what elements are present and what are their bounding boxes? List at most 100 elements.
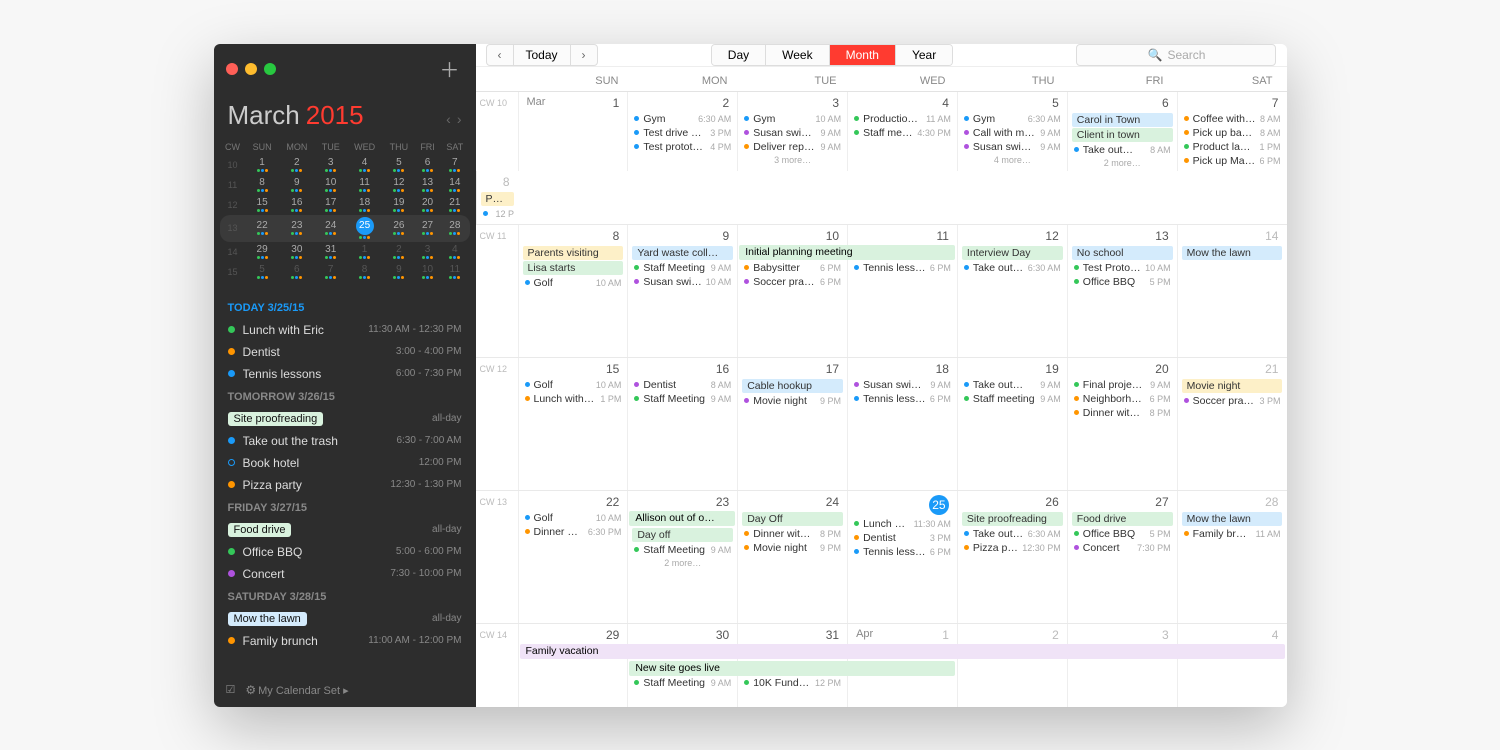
day-cell[interactable]: 3Gym10 AMSusan swim…9 AMDeliver reports9… (737, 92, 847, 171)
event[interactable]: Office BBQ5 PM (1072, 527, 1173, 541)
agenda-item[interactable]: Book hotel12:00 PM (224, 452, 466, 474)
event[interactable]: Coffee with…8 AM (1182, 112, 1283, 126)
event[interactable]: Lunch w…11:30 AM (852, 517, 953, 531)
day-cell[interactable]: 8Parents visitingLisa startsGolf10 AM (518, 225, 628, 357)
day-cell[interactable]: 18Susan swim…9 AMTennis lessons6 PM (847, 358, 957, 490)
event[interactable]: Take out…6:30 AM (962, 261, 1063, 275)
day-cell[interactable]: 9Yard waste coll…Staff Meeting9 AMSusan … (627, 225, 737, 357)
more-link[interactable]: 2 more… (632, 557, 733, 568)
event[interactable]: Staff Meeting9 AM (632, 261, 733, 275)
event[interactable]: Staff Meeting9 AM (632, 392, 733, 406)
event[interactable]: Susan swi…10 AM (632, 275, 733, 289)
prev-month-icon[interactable]: ‹ (446, 111, 451, 127)
event[interactable]: Susan swim…9 AM (742, 126, 843, 140)
day-cell[interactable]: 24Day OffDinner with…8 PMMovie night9 PM (737, 491, 847, 623)
event[interactable]: Take out…9 AM (962, 378, 1063, 392)
next-button[interactable]: › (570, 44, 598, 66)
month-grid[interactable]: CW 10Mar12Gym6:30 AMTest drive T…3 PMTes… (476, 92, 1287, 707)
allday-event[interactable]: Site proofreading (962, 512, 1063, 526)
event[interactable]: Gym10 AM (742, 112, 843, 126)
allday-event[interactable]: No school (1072, 246, 1173, 260)
allday-event[interactable]: Food drive (1072, 512, 1173, 526)
view-month[interactable]: Month (830, 45, 896, 65)
multi-day-event[interactable]: New site goes live (629, 661, 955, 676)
day-cell[interactable]: 5Gym6:30 AMCall with m…9 AMSusan swim…9 … (957, 92, 1067, 171)
event[interactable]: Dinner with…8 PM (1072, 406, 1173, 420)
event[interactable]: Production…11 AM (852, 112, 953, 126)
event[interactable]: Tennis lessons6 PM (852, 392, 953, 406)
event[interactable]: Take out…6:30 AM (962, 527, 1063, 541)
day-cell[interactable]: 26Site proofreadingTake out…6:30 AMPizza… (957, 491, 1067, 623)
multi-day-event[interactable]: Family vacation (520, 644, 1285, 659)
minimize-icon[interactable] (245, 63, 257, 75)
allday-event[interactable]: Parents visiting (481, 192, 514, 206)
day-cell[interactable]: 4Production…11 AMStaff mee…4:30 PM (847, 92, 957, 171)
event[interactable]: Deliver reports9 AM (742, 140, 843, 154)
event[interactable]: Neighborho…6 PM (1072, 392, 1173, 406)
day-cell[interactable]: Mar1 (518, 92, 628, 171)
event[interactable]: Staff mee…4:30 PM (852, 126, 953, 140)
event[interactable]: Take out…8 AM (1072, 143, 1173, 157)
allday-event[interactable]: Mow the lawn (1182, 512, 1283, 526)
event[interactable]: Golf10 AM (523, 511, 624, 525)
day-cell[interactable]: 17Cable hookupMovie night9 PM (737, 358, 847, 490)
event[interactable]: Movie night9 PM (742, 394, 843, 408)
agenda-item[interactable]: Pizza party12:30 - 1:30 PM (224, 474, 466, 496)
prev-button[interactable]: ‹ (486, 44, 514, 66)
event[interactable]: Product lau…1 PM (1182, 140, 1283, 154)
mini-calendar[interactable]: CWSUNMONTUEWEDTHUFRISAT10123456711891011… (214, 135, 476, 292)
day-cell[interactable]: 25Lunch w…11:30 AMDentist3 PMTennis less… (847, 491, 957, 623)
event[interactable]: Dinner wi…6:30 PM (523, 525, 624, 539)
event[interactable]: Golf10 AM (523, 378, 624, 392)
day-cell[interactable]: 12Interview DayTake out…6:30 AM (957, 225, 1067, 357)
allday-event[interactable]: Cable hookup (742, 379, 843, 393)
view-week[interactable]: Week (766, 45, 829, 65)
agenda-item[interactable]: Office BBQ5:00 - 6:00 PM (224, 541, 466, 563)
search-input[interactable]: 🔍 Search (1076, 44, 1276, 66)
event[interactable]: Movie night9 PM (742, 541, 843, 555)
allday-event[interactable]: Interview Day (962, 246, 1063, 260)
day-cell[interactable]: 19Take out…9 AMStaff meeting9 AM (957, 358, 1067, 490)
event[interactable]: Take car in…12 PM (481, 207, 514, 221)
more-link[interactable]: 4 more… (962, 154, 1063, 165)
event[interactable]: Gym6:30 AM (962, 112, 1063, 126)
event[interactable]: Pick up bagels8 AM (1182, 126, 1283, 140)
event[interactable]: Staff meeting9 AM (962, 392, 1063, 406)
event[interactable]: Concert7:30 PM (1072, 541, 1173, 555)
event[interactable]: Tennis lessons6 PM (852, 545, 953, 559)
more-link[interactable]: 3 more… (742, 154, 843, 165)
event[interactable]: Soccer pra…3 PM (1182, 394, 1283, 408)
event[interactable]: Call with m…9 AM (962, 126, 1063, 140)
event[interactable]: Staff Meeting9 AM (632, 543, 733, 557)
event[interactable]: Dentist3 PM (852, 531, 953, 545)
allday-event[interactable]: Carol in Town (1072, 113, 1173, 127)
event[interactable]: Dinner with…8 PM (742, 527, 843, 541)
event[interactable]: 10K Fundr…12 PM (742, 676, 843, 690)
event[interactable]: Susan swim…9 AM (962, 140, 1063, 154)
allday-event[interactable]: Mow the lawn (1182, 246, 1283, 260)
agenda-item[interactable]: Concert7:30 - 10:00 PM (224, 563, 466, 585)
day-cell[interactable]: 4 (1177, 624, 1287, 707)
agenda-item[interactable]: Food driveall-day (224, 519, 466, 541)
day-cell[interactable]: 28Mow the lawnFamily bru…11 AM (1177, 491, 1287, 623)
agenda-item[interactable]: Lunch with Eric11:30 AM - 12:30 PM (224, 319, 466, 341)
day-cell[interactable]: 15Golf10 AMLunch with…1 PM (518, 358, 628, 490)
agenda-item[interactable]: Mow the lawnall-day (224, 608, 466, 630)
more-link[interactable]: 2 more… (1072, 157, 1173, 168)
event[interactable]: Staff Meeting9 AM (632, 676, 733, 690)
event[interactable]: Test drive T…3 PM (632, 126, 733, 140)
event[interactable]: Dentist8 AM (632, 378, 733, 392)
next-month-icon[interactable]: › (457, 111, 462, 127)
close-icon[interactable] (226, 63, 238, 75)
day-cell[interactable]: 22Golf10 AMDinner wi…6:30 PM (518, 491, 628, 623)
event[interactable]: Gym6:30 AM (632, 112, 733, 126)
calendar-set-picker[interactable]: My Calendar Set ▸ (245, 683, 348, 697)
day-cell[interactable]: 16Dentist8 AMStaff Meeting9 AM (627, 358, 737, 490)
event[interactable]: Golf10 AM (523, 276, 624, 290)
multi-day-event[interactable]: Allison out of o… (629, 511, 735, 526)
event[interactable]: Pizza party12:30 PM (962, 541, 1063, 555)
day-cell[interactable]: 20Final proje…9 AMNeighborho…6 PMDinner … (1067, 358, 1177, 490)
agenda-item[interactable]: Site proofreadingall-day (224, 408, 466, 430)
allday-event[interactable]: Lisa starts (523, 261, 624, 275)
agenda-item[interactable]: Dentist3:00 - 4:00 PM (224, 341, 466, 363)
